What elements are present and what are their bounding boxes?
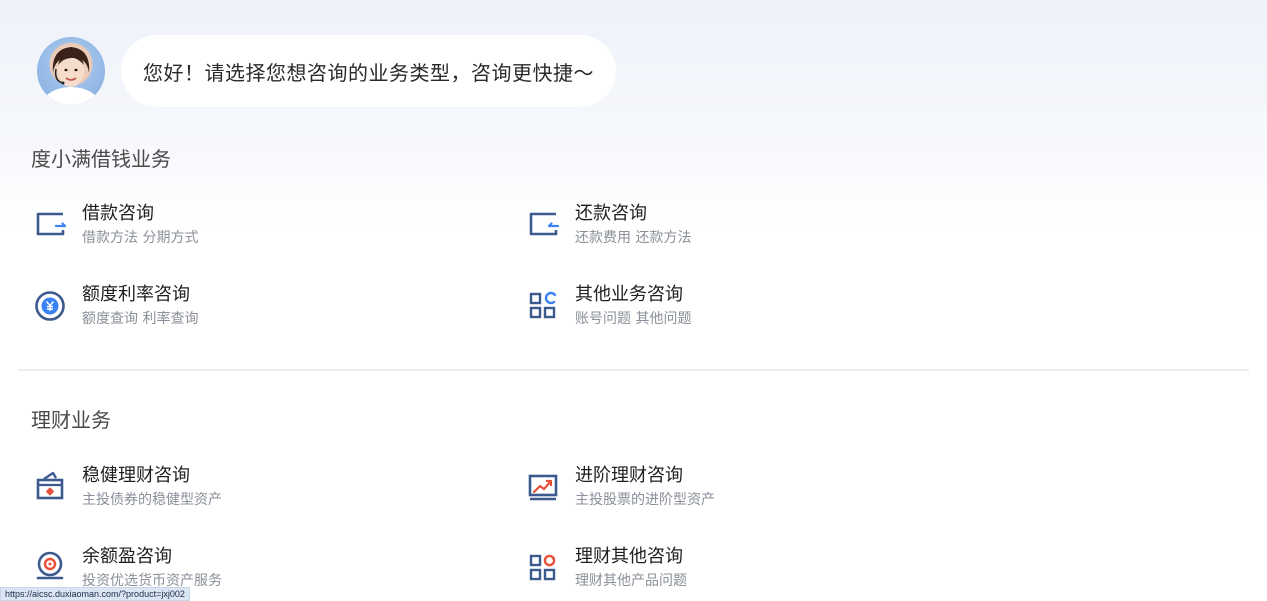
item-advanced-wealth-consult[interactable]: 进阶理财咨询 主投股票的进阶型资产 xyxy=(526,465,926,509)
item-repay-consult[interactable]: 还款咨询 还款费用 还款方法 xyxy=(526,203,926,247)
greeting-bubble: 您好！请选择您想咨询的业务类型，咨询更快捷～ xyxy=(121,35,616,107)
grid-apps-icon xyxy=(529,291,557,319)
repay-icon xyxy=(529,212,560,236)
wallet-lock-icon xyxy=(36,471,64,500)
item-desc: 账号问题 其他问题 xyxy=(575,311,692,327)
item-name: 借款咨询 xyxy=(82,203,154,224)
item-name: 稳健理财咨询 xyxy=(82,465,190,486)
item-desc: 额度查询 利率查询 xyxy=(82,311,199,327)
item-name: 余额盈咨询 xyxy=(82,546,172,567)
item-desc: 主投债券的稳健型资产 xyxy=(82,492,222,508)
trend-chart-icon xyxy=(528,474,558,501)
section-divider xyxy=(18,369,1249,371)
item-name: 理财其他咨询 xyxy=(575,546,683,567)
item-balance-consult[interactable]: 余额盈咨询 投资优选货币资产服务 xyxy=(33,546,433,590)
item-other-consult[interactable]: 其他业务咨询 账号问题 其他问题 xyxy=(526,284,926,328)
yen-coin-icon xyxy=(35,291,65,321)
item-stable-wealth-consult[interactable]: 稳健理财咨询 主投债券的稳健型资产 xyxy=(33,465,433,509)
item-other-wealth-consult[interactable]: 理财其他咨询 理财其他产品问题 xyxy=(526,546,926,590)
item-desc: 还款费用 还款方法 xyxy=(575,230,692,246)
loan-icon xyxy=(36,212,67,236)
item-name: 进阶理财咨询 xyxy=(575,465,683,486)
section-title-wealth: 理财业务 xyxy=(31,408,111,432)
coin-stack-icon xyxy=(36,551,64,580)
item-name: 额度利率咨询 xyxy=(82,284,190,305)
item-name: 其他业务咨询 xyxy=(575,284,683,305)
section-title-loan: 度小满借钱业务 xyxy=(31,147,171,171)
item-desc: 借款方法 分期方式 xyxy=(82,230,199,246)
agent-avatar xyxy=(37,37,105,105)
grid-circle-icon xyxy=(529,554,556,581)
item-limit-rate-consult[interactable]: 额度利率咨询 额度查询 利率查询 xyxy=(33,284,433,328)
item-desc: 理财其他产品问题 xyxy=(575,573,687,589)
item-name: 还款咨询 xyxy=(575,203,647,224)
item-desc: 主投股票的进阶型资产 xyxy=(575,492,715,508)
greeting-row: 您好！请选择您想咨询的业务类型，咨询更快捷～ xyxy=(37,35,616,107)
status-bar-url: https://aicsc.duxiaoman.com/?product=jxj… xyxy=(0,587,190,601)
item-loan-consult[interactable]: 借款咨询 借款方法 分期方式 xyxy=(33,203,433,247)
